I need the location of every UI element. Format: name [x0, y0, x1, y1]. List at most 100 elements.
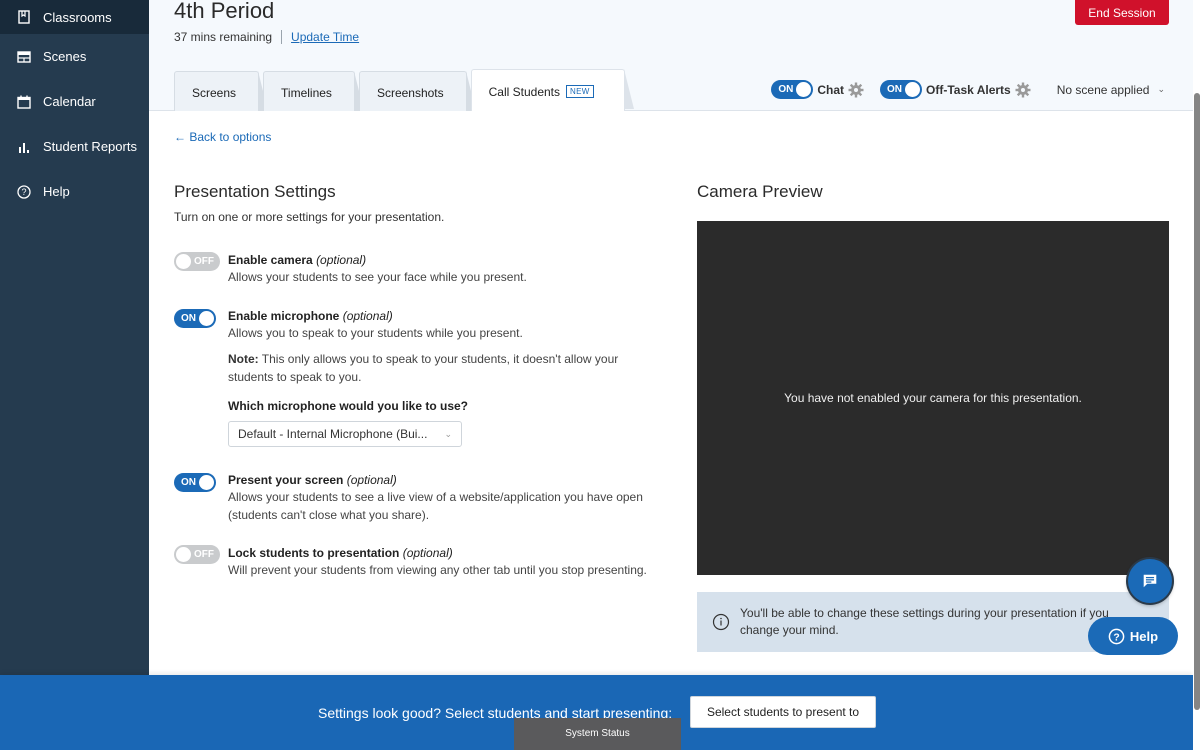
tab-label: Call Students — [488, 84, 561, 99]
optional-label: (optional) — [346, 473, 397, 487]
update-time-link[interactable]: Update Time — [291, 30, 359, 44]
info-icon — [712, 613, 730, 631]
sidebar-item-student-reports[interactable]: Student Reports — [0, 124, 149, 169]
scrollbar-thumb[interactable] — [1194, 93, 1200, 710]
optional-label: (optional) — [316, 253, 367, 267]
presentation-settings-title: Presentation Settings — [174, 182, 336, 201]
chevron-down-icon: ⌄ — [1157, 84, 1165, 94]
sidebar: Classrooms Scenes Calendar Student Repor… — [0, 0, 149, 675]
optional-label: (optional) — [342, 309, 393, 323]
lock-students-toggle[interactable]: OFF — [174, 545, 220, 564]
help-circle-icon: ? — [1108, 628, 1125, 644]
tab-label: Screenshots — [376, 85, 444, 100]
select-students-button[interactable]: Select students to present to — [690, 696, 876, 728]
scrollbar[interactable] — [1193, 0, 1200, 750]
setting-title-text: Enable camera — [228, 253, 313, 267]
sidebar-item-classrooms[interactable]: Classrooms — [0, 0, 149, 34]
sidebar-item-scenes[interactable]: Scenes — [0, 34, 149, 79]
help-label: Help — [1129, 628, 1159, 644]
note-text: This only allows you to speak to your st… — [228, 352, 619, 384]
chat-fab-button[interactable] — [1128, 559, 1172, 603]
system-status-tab[interactable]: System Status — [514, 718, 681, 750]
sidebar-item-calendar[interactable]: Calendar — [0, 79, 149, 124]
microphone-note: Note: This only allows you to speak to y… — [228, 350, 648, 386]
toggle-knob — [176, 254, 191, 269]
end-session-button[interactable]: End Session — [1075, 0, 1169, 25]
book-icon — [17, 10, 31, 24]
setting-title: Enable camera (optional) — [228, 252, 648, 268]
off-task-settings-gear-icon[interactable] — [1015, 82, 1031, 98]
tab-label: Screens — [192, 85, 237, 100]
toggle-state: ON — [778, 84, 794, 95]
setting-enable-camera: OFF Enable camera (optional) Allows your… — [174, 252, 648, 286]
toggle-state: OFF — [194, 256, 214, 267]
toggle-state: ON — [887, 84, 903, 95]
chat-settings-gear-icon[interactable] — [848, 82, 864, 98]
setting-title-text: Lock students to presentation — [228, 546, 400, 560]
sidebar-item-label: Scenes — [43, 49, 87, 64]
tab-bar: Screens Timelines Screenshots Call Stude… — [174, 69, 634, 111]
toggle-knob — [905, 82, 921, 97]
calendar-icon — [17, 95, 31, 109]
chevron-down-icon: ⌄ — [444, 428, 452, 439]
tab-label: Timelines — [281, 85, 332, 100]
info-message: You'll be able to change these settings … — [740, 606, 1109, 637]
chat-bubble-icon — [1143, 574, 1157, 588]
system-status-label: System Status — [565, 728, 630, 739]
enable-microphone-toggle[interactable]: ON — [174, 309, 216, 328]
presentation-settings-subtitle: Turn on one or more settings for your pr… — [174, 210, 445, 224]
setting-description: Allows you to speak to your students whi… — [228, 326, 523, 340]
new-badge: NEW — [566, 85, 594, 98]
sidebar-item-label: Classrooms — [43, 9, 112, 25]
setting-title: Enable microphone (optional) — [228, 308, 648, 324]
back-to-options-link[interactable]: ← Back to options — [174, 130, 271, 144]
scene-dropdown[interactable]: No scene applied ⌄ — [1057, 83, 1165, 97]
setting-description: Will prevent your students from viewing … — [228, 563, 647, 577]
divider — [281, 30, 283, 44]
tab-screens[interactable]: Screens — [174, 71, 269, 111]
present-screen-toggle[interactable]: ON — [174, 473, 216, 492]
tab-screenshots[interactable]: Screenshots — [358, 71, 476, 111]
camera-preview-title: Camera Preview — [697, 182, 823, 201]
scene-value: No scene applied — [1056, 82, 1150, 97]
toggle-knob — [176, 547, 191, 562]
svg-text:?: ? — [1113, 632, 1119, 643]
bar-chart-icon — [17, 140, 31, 154]
microphone-selected-value: Default - Internal Microphone (Bui... — [238, 427, 428, 441]
microphone-question: Which microphone would you like to use? — [228, 399, 469, 413]
toggle-state: ON — [181, 313, 196, 324]
setting-present-screen: ON Present your screen (optional) Allows… — [174, 472, 648, 524]
help-circle-icon: ? — [17, 184, 31, 199]
toggle-knob — [796, 82, 812, 97]
call-students-panel: ← Back to options Presentation Settings … — [149, 112, 1193, 675]
sidebar-item-label: Student Reports — [43, 139, 137, 154]
chat-toggle[interactable]: ON — [771, 80, 814, 99]
sidebar-item-label: Calendar — [43, 94, 96, 109]
help-fab-button[interactable]: ? Help — [1088, 617, 1178, 655]
enable-camera-toggle[interactable]: OFF — [174, 252, 220, 271]
toggle-state: ON — [181, 477, 196, 488]
tab-timelines[interactable]: Timelines — [263, 71, 364, 111]
toggle-knob — [199, 475, 214, 490]
setting-title-text: Enable microphone — [228, 309, 340, 323]
setting-title: Present your screen (optional) — [228, 472, 648, 488]
sidebar-item-help[interactable]: ? Help — [0, 169, 149, 214]
setting-enable-microphone: ON Enable microphone (optional) Allows y… — [174, 308, 648, 447]
off-task-alerts-toggle[interactable]: ON — [880, 80, 923, 99]
off-task-alerts-label: Off-Task Alerts — [926, 82, 1011, 97]
setting-title: Lock students to presentation (optional) — [228, 545, 648, 561]
svg-text:?: ? — [21, 187, 26, 197]
microphone-select[interactable]: Default - Internal Microphone (Bui... ⌄ — [228, 421, 462, 447]
scenes-icon — [17, 50, 31, 64]
tab-call-students[interactable]: Call Students NEW — [470, 69, 634, 111]
time-remaining: 37 mins remaining — [174, 30, 273, 44]
camera-preview-message: You have not enabled your camera for thi… — [784, 391, 1082, 405]
sidebar-item-label: Help — [43, 184, 70, 199]
setting-title-text: Present your screen — [228, 473, 344, 487]
setting-lock-students: OFF Lock students to presentation (optio… — [174, 545, 648, 579]
setting-description: Allows your students to see a live view … — [228, 490, 643, 522]
session-header: 4th Period 37 mins remaining Update Time… — [149, 0, 1193, 111]
camera-preview: You have not enabled your camera for thi… — [697, 221, 1169, 575]
session-time: 37 mins remaining Update Time — [174, 30, 359, 44]
toggle-knob — [199, 311, 214, 326]
